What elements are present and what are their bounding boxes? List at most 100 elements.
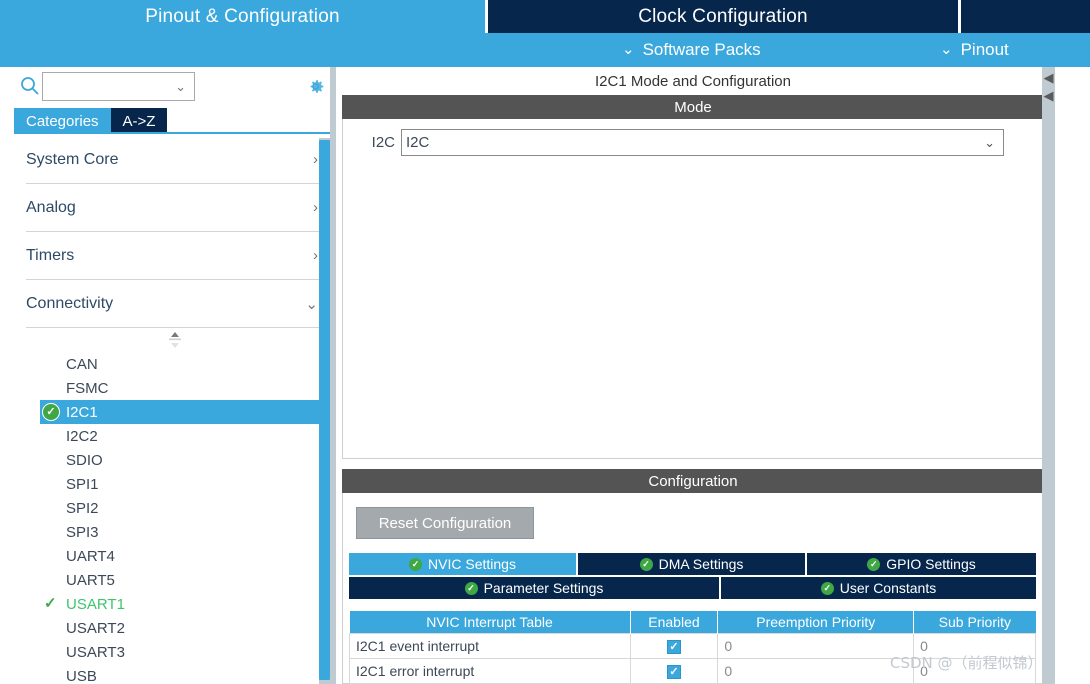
list-item[interactable]: SDIO bbox=[14, 448, 336, 472]
list-item[interactable]: CAN bbox=[14, 352, 336, 376]
peripheral-label: SPI2 bbox=[66, 499, 99, 517]
reset-configuration-button[interactable]: Reset Configuration bbox=[356, 507, 534, 539]
enabled-cell[interactable]: ✓ bbox=[629, 632, 719, 659]
page-title: I2C1 Mode and Configuration bbox=[342, 67, 1044, 95]
sort-spinner-icon[interactable] bbox=[14, 328, 336, 352]
i2c-mode-label: I2C bbox=[371, 134, 395, 151]
mode-section-body: I2C I2C ⌄ bbox=[342, 119, 1044, 459]
peripheral-label: SPI3 bbox=[66, 523, 99, 541]
collapse-left-arrow-icon-1[interactable]: ◀ bbox=[1042, 70, 1055, 86]
tab-gpio-settings[interactable]: ✓ GPIO Settings bbox=[807, 553, 1036, 575]
list-item[interactable]: UART4 bbox=[14, 544, 336, 568]
tab-third[interactable] bbox=[961, 0, 1090, 33]
list-item[interactable]: SPI1 bbox=[14, 472, 336, 496]
peripheral-label: USART3 bbox=[66, 643, 125, 661]
column-header-sub[interactable]: Sub Priority bbox=[913, 611, 1036, 633]
list-item[interactable]: SPI2 bbox=[14, 496, 336, 520]
tab-dma-settings[interactable]: ✓ DMA Settings bbox=[578, 553, 805, 575]
sidebar-tabs-underline bbox=[14, 132, 336, 134]
tab-user-constants[interactable]: ✓ User Constants bbox=[721, 577, 1036, 599]
peripheral-label: I2C2 bbox=[66, 427, 98, 445]
search-input[interactable]: ⌄ bbox=[42, 72, 195, 101]
interrupt-name: I2C1 error interrupt bbox=[349, 657, 631, 684]
config-tabs-row-1: ✓ NVIC Settings ✓ DMA Settings ✓ GPIO Se… bbox=[349, 553, 1036, 575]
peripheral-label: UART4 bbox=[66, 547, 115, 565]
tab-gpio-settings-label: GPIO Settings bbox=[886, 556, 976, 572]
gear-icon[interactable] bbox=[305, 76, 326, 97]
stm32cubemx-window: Pinout & Configuration Clock Configurati… bbox=[0, 0, 1090, 684]
sidebar-item-usart1[interactable]: ✓ USART1 bbox=[14, 592, 336, 616]
software-packs-menu[interactable]: ⌄ Software Packs bbox=[622, 33, 761, 67]
peripheral-label: UART5 bbox=[66, 571, 115, 589]
tab-clock-configuration[interactable]: Clock Configuration bbox=[488, 0, 958, 33]
list-item[interactable]: SPI3 bbox=[14, 520, 336, 544]
tab-pinout-configuration[interactable]: Pinout & Configuration bbox=[0, 0, 485, 33]
tab-user-constants-label: User Constants bbox=[839, 580, 937, 596]
chevron-down-icon-search: ⌄ bbox=[175, 78, 186, 94]
list-item[interactable]: I2C2 bbox=[14, 424, 336, 448]
sidebar-item-system-core[interactable]: System Core › bbox=[26, 136, 322, 184]
list-item[interactable]: USART2 bbox=[14, 616, 336, 640]
sidebar-item-analog-label: Analog bbox=[26, 198, 76, 216]
sidebar-scrollbar-thumb[interactable] bbox=[319, 140, 330, 680]
configuration-section-header: Configuration bbox=[342, 469, 1044, 493]
tab-a-to-z-label: A->Z bbox=[122, 112, 156, 130]
sidebar-item-timers[interactable]: Timers › bbox=[26, 232, 322, 280]
i2c-mode-select[interactable]: I2C ⌄ bbox=[401, 129, 1004, 156]
sidebar-item-connectivity-label: Connectivity bbox=[26, 294, 114, 312]
chevron-down-icon-2: ⌄ bbox=[940, 40, 953, 58]
collapse-rail bbox=[1042, 67, 1055, 684]
right-margin bbox=[1055, 67, 1090, 684]
check-circle-icon-dma: ✓ bbox=[639, 557, 653, 571]
software-packs-label: Software Packs bbox=[642, 40, 761, 59]
i2c-mode-value: I2C bbox=[406, 134, 430, 151]
column-header-enabled[interactable]: Enabled bbox=[630, 611, 719, 633]
enabled-checkbox[interactable]: ✓ bbox=[666, 664, 681, 679]
tab-parameter-settings-label: Parameter Settings bbox=[483, 580, 604, 596]
peripheral-label: SPI1 bbox=[66, 475, 99, 493]
main-content-panel: I2C1 Mode and Configuration Mode I2C I2C… bbox=[336, 67, 1090, 684]
tab-nvic-settings[interactable]: ✓ NVIC Settings bbox=[349, 553, 576, 575]
tab-dma-settings-label: DMA Settings bbox=[658, 556, 744, 572]
peripheral-label: SDIO bbox=[66, 451, 103, 469]
tab-parameter-settings[interactable]: ✓ Parameter Settings bbox=[349, 577, 719, 599]
config-tabs-row-2: ✓ Parameter Settings ✓ User Constants bbox=[349, 577, 1036, 599]
main-tab-bar: Pinout & Configuration Clock Configurati… bbox=[0, 0, 1090, 33]
check-circle-icon-gpio: ✓ bbox=[867, 557, 881, 571]
mode-section-header: Mode bbox=[342, 95, 1044, 119]
pinout-menu[interactable]: ⌄ Pinout bbox=[940, 33, 1009, 67]
peripheral-tree: System Core › Analog › Timers › Connecti… bbox=[14, 136, 336, 684]
sidebar-item-analog[interactable]: Analog › bbox=[26, 184, 322, 232]
enabled-checkbox[interactable]: ✓ bbox=[666, 639, 681, 654]
column-header-name[interactable]: NVIC Interrupt Table bbox=[349, 611, 631, 633]
list-item[interactable]: USART3 bbox=[14, 640, 336, 664]
list-item[interactable]: UART5 bbox=[14, 568, 336, 592]
sidebar-item-system-core-label: System Core bbox=[26, 150, 119, 168]
list-item[interactable]: FSMC bbox=[14, 376, 336, 400]
check-circle-icon: ✓ bbox=[42, 403, 60, 421]
sidebar-item-timers-label: Timers bbox=[26, 246, 75, 264]
reset-configuration-label: Reset Configuration bbox=[378, 514, 512, 532]
peripheral-label: USART1 bbox=[66, 595, 125, 613]
sidebar-item-connectivity[interactable]: Connectivity ⌄ bbox=[26, 280, 322, 328]
check-circle-icon-param: ✓ bbox=[464, 581, 478, 595]
chevron-down-icon-combo: ⌄ bbox=[984, 134, 995, 150]
tab-categories[interactable]: Categories bbox=[14, 108, 111, 134]
preemption-priority-cell[interactable]: 0 bbox=[717, 632, 915, 659]
column-header-preemption[interactable]: Preemption Priority bbox=[717, 611, 915, 633]
checkmark-icon: ✓ bbox=[44, 595, 57, 612]
collapse-left-arrow-icon-2[interactable]: ◀ bbox=[1042, 88, 1055, 104]
peripheral-label: USART2 bbox=[66, 619, 125, 637]
preemption-priority-cell[interactable]: 0 bbox=[717, 657, 915, 684]
tab-pinout-configuration-label: Pinout & Configuration bbox=[145, 5, 340, 27]
enabled-cell[interactable]: ✓ bbox=[629, 657, 719, 684]
sidebar-item-i2c1[interactable]: ✓ I2C1 bbox=[40, 400, 336, 424]
list-item[interactable]: USB bbox=[14, 664, 336, 684]
table-header-row: NVIC Interrupt Table Enabled Preemption … bbox=[349, 611, 1036, 633]
tab-nvic-settings-label: NVIC Settings bbox=[428, 556, 516, 572]
peripheral-label: FSMC bbox=[66, 379, 109, 397]
i2c-mode-row: I2C I2C ⌄ bbox=[343, 129, 1004, 156]
peripheral-list: CAN FSMC ✓ I2C1 I2C2 SDIO SPI1 SPI2 SPI3… bbox=[14, 352, 336, 684]
tab-a-to-z[interactable]: A->Z bbox=[110, 108, 168, 134]
peripheral-label: CAN bbox=[66, 355, 98, 373]
